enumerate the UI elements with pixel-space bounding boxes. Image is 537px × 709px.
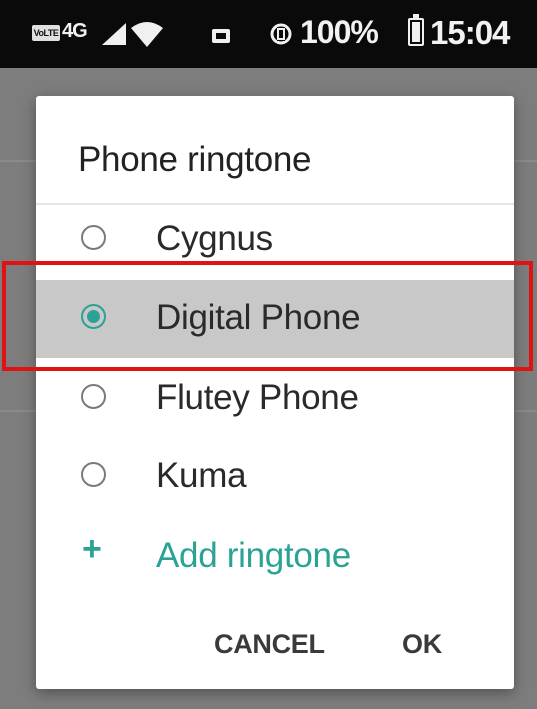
add-ringtone-label: Add ringtone [156,536,351,575]
battery-percent: 100% [300,14,379,50]
ringtone-dialog: Phone ringtone Cygnus Digital Phone Flut… [36,96,514,689]
ok-button[interactable]: OK [402,622,442,666]
ringtone-option-label: Flutey Phone [156,378,359,417]
ringtone-option-label: Kuma [156,456,247,495]
ringtone-option-kuma[interactable]: Kuma [36,438,514,516]
wifi-icon [131,22,163,47]
status-bar: VoLTE 4G 100% 15:04 [0,0,537,68]
add-ringtone-row[interactable]: + Add ringtone [36,516,514,594]
screen: VoLTE 4G 100% 15:04 Phone ringtone Cygnu… [0,0,537,709]
plus-icon: + [82,530,102,568]
battery-icon [408,14,424,46]
network-type: 4G [62,20,88,42]
ringtone-option-flutey-phone[interactable]: Flutey Phone [36,360,514,438]
radio-unchecked-icon[interactable] [81,462,106,487]
rotate-icon [270,23,292,45]
cancel-button[interactable]: CANCEL [214,622,325,666]
signal-icon [102,23,126,45]
volte-icon: VoLTE [32,25,60,41]
radio-unchecked-icon[interactable] [81,225,106,250]
highlight-box [2,261,533,371]
dialog-title: Phone ringtone [78,140,312,179]
ringtone-option-label: Cygnus [156,219,273,258]
radio-unchecked-icon[interactable] [81,384,106,409]
notification-icon [212,29,230,43]
clock: 15:04 [430,14,510,51]
